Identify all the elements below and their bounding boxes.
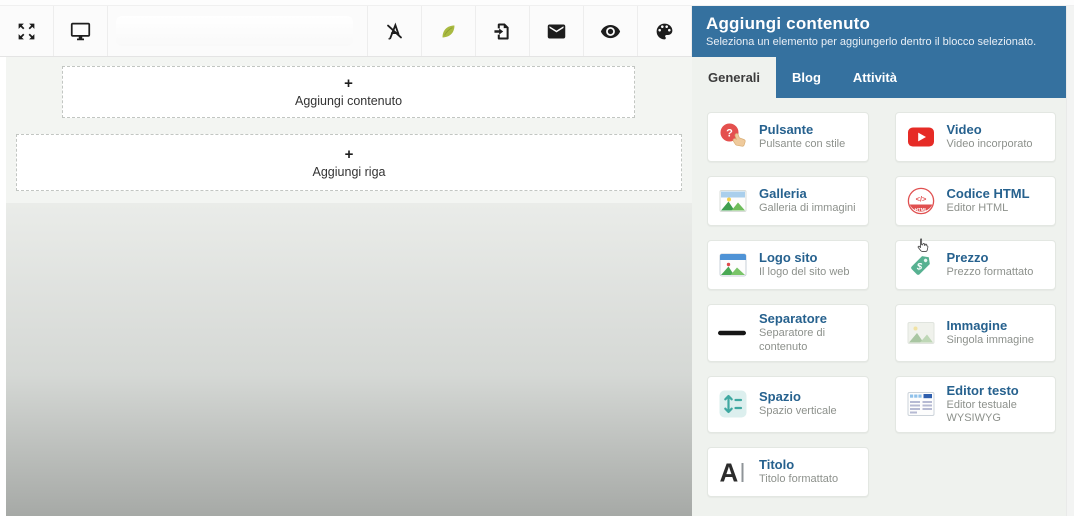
title-letter-icon: A xyxy=(717,456,749,488)
tile-title: Galleria xyxy=(759,186,807,202)
tab-blog[interactable]: Blog xyxy=(776,57,837,98)
editor-toolbar xyxy=(0,6,692,57)
tile-subtitle: Video incorporato xyxy=(946,138,1033,151)
mail-button[interactable] xyxy=(530,6,584,56)
content-tile-editor-testo[interactable]: Editor testo Editor testuale WYSIWYG xyxy=(894,375,1056,433)
content-tile-spazio[interactable]: Spazio Spazio verticale xyxy=(707,375,869,433)
price-tag-icon: $ xyxy=(905,249,937,281)
palette-icon xyxy=(654,21,675,42)
tile-title: Logo sito xyxy=(759,250,818,266)
palette-button[interactable] xyxy=(638,6,692,56)
page-preview-area xyxy=(6,203,692,516)
panel-tabs: Generali Blog Attività xyxy=(692,57,1066,98)
tile-subtitle: Titolo formattato xyxy=(759,473,839,486)
import-file-icon xyxy=(492,21,513,42)
panel-title: Aggiungi contenuto xyxy=(706,14,871,33)
tile-subtitle: Separatore di contenuto xyxy=(759,327,826,353)
content-tile-video[interactable]: Video Video incorporato xyxy=(894,112,1056,162)
tab-generali[interactable]: Generali xyxy=(692,57,777,98)
svg-text:?: ? xyxy=(726,128,733,140)
content-tile-galleria[interactable]: Galleria Galleria di immagini xyxy=(707,176,869,226)
site-logo-icon xyxy=(717,249,749,281)
tile-title: Codice HTML xyxy=(946,186,1030,202)
move-button[interactable] xyxy=(0,6,54,56)
monitor-icon xyxy=(70,21,91,42)
leaf-button[interactable] xyxy=(422,6,476,56)
clear-format-button[interactable] xyxy=(368,6,422,56)
tile-subtitle: Il logo del sito web xyxy=(759,266,850,279)
html-code-icon: HTML </> xyxy=(905,185,937,217)
content-tile-prezzo[interactable]: $ Prezzo Prezzo formattato xyxy=(894,240,1056,290)
gallery-icon xyxy=(717,185,749,217)
tile-subtitle: Editor testuale WYSIWYG xyxy=(946,398,1017,425)
video-icon xyxy=(905,121,937,153)
content-tile-pulsante[interactable]: ? Pulsante Pulsante con stile xyxy=(707,112,869,162)
image-icon xyxy=(905,317,937,349)
tile-subtitle: Prezzo formattato xyxy=(946,266,1034,279)
add-content-panel: Aggiungi contenuto Seleziona un elemento… xyxy=(692,6,1074,516)
monitor-button[interactable] xyxy=(54,6,108,56)
leaf-icon xyxy=(438,21,459,42)
add-row-label: Aggiungi riga xyxy=(312,164,386,179)
site-builder-screen: + Aggiungi contenuto + Aggiungi riga Agg… xyxy=(0,0,1074,516)
svg-text:HTML: HTML xyxy=(914,207,927,212)
clear-format-icon xyxy=(384,21,405,42)
tile-title: Spazio xyxy=(759,389,801,405)
tile-subtitle: Spazio verticale xyxy=(759,405,837,418)
eye-button[interactable] xyxy=(584,6,638,56)
tile-subtitle: Galleria di immagini xyxy=(759,202,856,215)
mail-icon xyxy=(546,21,567,42)
button-click-icon: ? xyxy=(717,121,749,153)
content-tile-immagine[interactable]: Immagine Singola immagine xyxy=(894,304,1056,362)
svg-text:</>: </> xyxy=(915,194,926,203)
tile-title: Immagine xyxy=(946,317,1008,333)
move-icon xyxy=(16,21,37,42)
panel-header: Aggiungi contenuto Seleziona un elemento… xyxy=(692,6,1066,57)
eye-icon xyxy=(600,21,621,42)
import-file-button[interactable] xyxy=(476,6,530,56)
content-tile-logo-sito[interactable]: Logo sito Il logo del sito web xyxy=(707,240,869,290)
tile-subtitle: Editor HTML xyxy=(946,202,1009,215)
tile-title: Prezzo xyxy=(946,250,989,266)
content-tile-titolo[interactable]: A Titolo Titolo formattato xyxy=(707,447,869,497)
editor-canvas: + Aggiungi contenuto + Aggiungi riga xyxy=(6,57,692,516)
tile-title: Pulsante xyxy=(759,122,814,138)
editor-region: + Aggiungi contenuto + Aggiungi riga xyxy=(0,6,692,516)
text-editor-icon xyxy=(905,388,937,420)
svg-text:$: $ xyxy=(915,262,922,273)
tile-subtitle: Pulsante con stile xyxy=(759,138,846,151)
separator-line-icon xyxy=(717,317,749,349)
add-content-dropzone[interactable]: + Aggiungi contenuto xyxy=(62,66,635,118)
svg-text:A: A xyxy=(720,458,739,488)
plus-icon: + xyxy=(344,145,354,163)
vertical-space-icon xyxy=(717,388,749,420)
toolbar-spacer xyxy=(108,6,368,56)
tile-subtitle: Singola immagine xyxy=(946,333,1034,346)
plus-icon: + xyxy=(344,75,353,92)
content-tile-separatore[interactable]: Separatore Separatore di contenuto xyxy=(707,304,869,362)
content-grid: ? Pulsante Pulsante con stile Video Video in… xyxy=(692,98,1074,505)
add-content-label: Aggiungi contenuto xyxy=(294,94,403,108)
tile-title: Titolo xyxy=(759,457,795,473)
tile-title: Video xyxy=(946,122,982,138)
panel-subtitle: Seleziona un elemento per aggiungerlo de… xyxy=(706,36,1037,48)
add-row-dropzone[interactable]: + Aggiungi riga xyxy=(16,134,682,191)
tile-title: Separatore xyxy=(759,311,827,326)
content-tile-codice-html[interactable]: HTML </> Codice HTML Editor HTML xyxy=(894,176,1056,226)
tile-title: Editor testo xyxy=(946,382,1019,398)
panel-scrollbar[interactable] xyxy=(1066,6,1074,516)
tab-attivita[interactable]: Attività xyxy=(837,57,913,98)
